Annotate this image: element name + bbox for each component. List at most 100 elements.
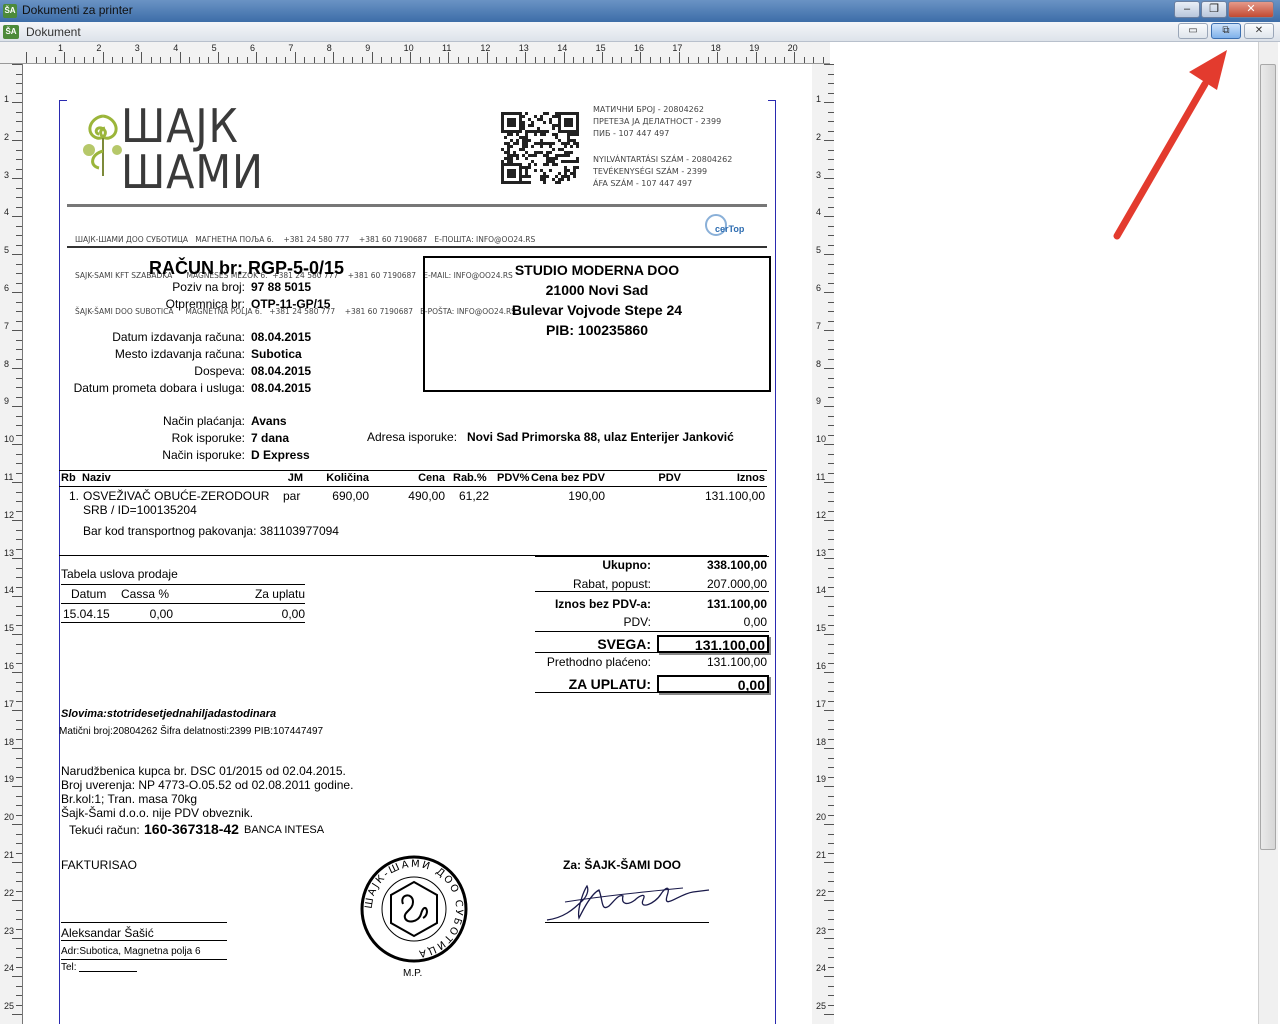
- ruler-number: 5: [4, 245, 10, 256]
- terms-header-za: Za uplatu: [254, 587, 305, 601]
- ruler-number: 13: [518, 43, 529, 53]
- header-divider: [67, 204, 767, 207]
- terms-header-cassa: Cassa %: [121, 587, 170, 601]
- ruler-number: 11: [442, 43, 452, 53]
- payment-label: Način plaćanja:: [162, 414, 245, 428]
- ruler-number: 4: [4, 207, 10, 218]
- current-account-label: Tekući račun:: [69, 823, 140, 837]
- table-header-6: PDV%: [497, 472, 530, 484]
- total-value-4: 131.100,00: [657, 635, 769, 653]
- ruler-number: 1: [58, 43, 64, 53]
- page-border-right: [775, 100, 776, 1024]
- mp-label: M.P.: [403, 968, 423, 979]
- ruler-number: 24: [816, 963, 827, 974]
- ruler-number: 17: [4, 698, 15, 709]
- value-poziv: 97 88 5015: [251, 280, 312, 294]
- ruler-number: 15: [595, 43, 606, 53]
- invoice-page: ШАЈК ШАМИ МАТИЧНИ БРОЈ - 20804262 ПРЕТЕЗ…: [22, 64, 812, 1024]
- ruler-number: 24: [4, 963, 15, 974]
- total-label-2: Iznos bez PDV-a:: [554, 597, 651, 611]
- ruler-number: 23: [4, 925, 15, 936]
- ruler-number: 13: [4, 547, 15, 558]
- payment-label: Način isporuke:: [162, 448, 245, 462]
- ruler-number: 16: [634, 43, 645, 53]
- ruler-number: 11: [4, 472, 14, 482]
- ruler-number: 5: [816, 245, 822, 256]
- ruler-number: 3: [816, 169, 822, 180]
- cell-iznos: 131.100,00: [704, 489, 765, 503]
- date-value: 08.04.2015: [251, 364, 312, 378]
- terms-cassa: 0,00: [149, 607, 173, 621]
- total-value-6: 0,00: [657, 675, 769, 693]
- ruler-number: 2: [4, 131, 10, 142]
- ruler-number: 17: [672, 43, 683, 53]
- scrollbar-thumb[interactable]: [1260, 64, 1276, 850]
- terms-za: 0,00: [281, 607, 305, 621]
- doc-restore-button[interactable]: ⧉: [1211, 23, 1241, 39]
- ruler-number: 21: [4, 850, 15, 860]
- bank-name: BANCA INTESA: [244, 824, 325, 836]
- ruler-number: 7: [4, 320, 10, 331]
- document-title: Dokument: [26, 25, 81, 39]
- buyer-box: STUDIO MODERNA DOO 21000 Novi Sad Buleva…: [423, 256, 771, 392]
- buyer-name: STUDIO MODERNA DOO: [514, 262, 680, 278]
- payment-value: 7 dana: [251, 431, 290, 445]
- cell-cena: 490,00: [408, 489, 445, 503]
- label-poziv: Poziv na broj:: [172, 280, 245, 294]
- buyer-city: 21000 Novi Sad: [545, 282, 649, 298]
- registration-block-2: NYILVÁNTARTÁSI SZÁM - 20804262 TEVÉKENYS…: [593, 155, 733, 188]
- cell-rabat: 61,22: [459, 489, 490, 503]
- close-button[interactable]: ✕: [1228, 1, 1274, 18]
- table-header-8: PDV: [658, 472, 681, 484]
- doc-close-button[interactable]: ✕: [1244, 23, 1274, 39]
- registration-line: Matični broj:20804262 Šifra delatnosti:2…: [59, 726, 324, 737]
- payment-label: Rok isporuke:: [171, 431, 245, 445]
- total-label-3: PDV:: [623, 615, 651, 629]
- ruler-number: 19: [749, 43, 760, 53]
- date-value: 08.04.2015: [251, 381, 312, 395]
- cell-naziv2: SRB / ID=100135204: [83, 503, 197, 517]
- ruler-number: 5: [211, 43, 217, 53]
- buyer-street: Bulevar Vojvode Stepe 24: [511, 302, 683, 318]
- total-value-1: 207.000,00: [706, 577, 767, 591]
- issuer-name: Aleksandar Šašić: [61, 926, 154, 940]
- ruler-number: 6: [250, 43, 256, 53]
- table-header-4: Cena: [418, 472, 445, 484]
- ruler-number: 16: [816, 661, 827, 671]
- ruler-number: 1: [816, 94, 822, 104]
- date-value: 08.04.2015: [251, 330, 312, 344]
- ruler-number: 8: [816, 358, 822, 369]
- maximize-button[interactable]: ❐: [1201, 1, 1227, 18]
- window-titlebar[interactable]: ŠA Dokumenti za printer – ❐ ✕: [0, 0, 1280, 22]
- date-label: Datum izdavanja računa:: [112, 330, 245, 344]
- issuer-address: Adr:Subotica, Magnetna polja 6: [61, 946, 201, 957]
- doc-minimize-button[interactable]: ▭: [1178, 23, 1208, 39]
- ruler-number: 1: [4, 94, 10, 104]
- total-value-0: 338.100,00: [706, 558, 767, 572]
- ruler-number: 10: [4, 434, 15, 445]
- total-label-1: Rabat, popust:: [572, 577, 651, 591]
- date-label: Datum prometa dobara i usluga:: [73, 381, 245, 395]
- logo-text-1: ШАЈК: [121, 99, 239, 153]
- logo-text-2: ШАМИ: [121, 145, 264, 199]
- label-delivery: Adresa isporuke:: [367, 430, 458, 444]
- ruler-number: 8: [326, 43, 332, 53]
- ruler-number: 13: [816, 547, 827, 558]
- minimize-button[interactable]: –: [1174, 1, 1200, 18]
- cell-kolicina: 690,00: [332, 489, 369, 503]
- app-icon: ŠA: [3, 4, 17, 18]
- ruler-number: 4: [173, 43, 179, 53]
- ruler-number: 4: [816, 207, 822, 218]
- table-header-7: Cena bez PDV: [531, 472, 605, 484]
- ruler-number: 9: [816, 396, 822, 407]
- order-notes: Narudžbenica kupca br. DSC 01/2015 od 02…: [61, 764, 354, 820]
- ruler-number: 2: [816, 131, 822, 142]
- date-label: Dospeva:: [194, 364, 245, 378]
- ruler-number: 14: [816, 585, 827, 596]
- ruler-number: 16: [4, 661, 15, 671]
- table-header-2: JM: [287, 472, 303, 484]
- ruler-number: 22: [816, 887, 827, 898]
- signature: [543, 870, 713, 930]
- date-label: Mesto izdavanja računa:: [114, 347, 245, 361]
- ruler-number: 6: [816, 283, 822, 293]
